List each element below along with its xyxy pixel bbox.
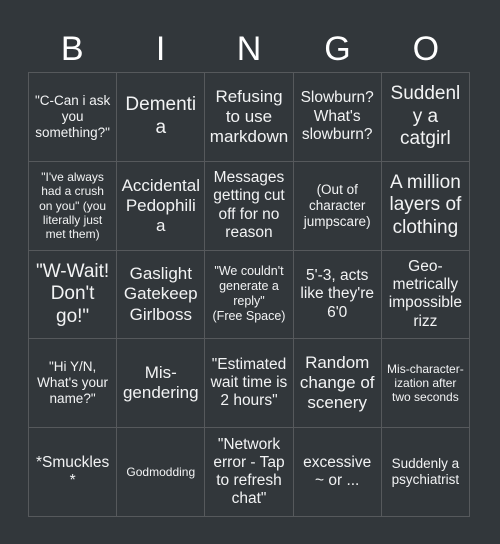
bingo-cell[interactable]: A million layers of clothing bbox=[381, 161, 470, 251]
bingo-cell-text: Gaslight Gatekeep Girlboss bbox=[123, 264, 198, 324]
bingo-cell-text: Godmodding bbox=[126, 465, 196, 480]
bingo-header-letter-n: N bbox=[236, 30, 262, 68]
bingo-cell-text: Refusing to use markdown bbox=[209, 86, 289, 146]
bingo-header-letter-o: O bbox=[412, 30, 440, 68]
bingo-cell[interactable]: Suddenly a catgirl bbox=[381, 73, 470, 162]
bingo-cell[interactable]: "W-Wait! Don't go!" bbox=[29, 250, 118, 340]
bingo-card: B I N G O "C-Can i ask you something?" D… bbox=[0, 0, 500, 544]
bingo-cell-text: Dementia bbox=[125, 94, 197, 138]
bingo-cell-text: "C-Can i ask you something?" bbox=[34, 93, 111, 140]
bingo-header-letter-b: B bbox=[60, 30, 84, 68]
bingo-cell-text: Mis-gendering bbox=[122, 363, 199, 403]
bingo-cell[interactable]: Suddenly a psychiatrist bbox=[381, 428, 470, 517]
bingo-cell[interactable]: 5'-3, acts like they're 6'0 bbox=[293, 250, 382, 340]
bingo-cell-text: "Estimated wait time is 2 hours" bbox=[210, 355, 288, 410]
bingo-cell-text: Suddenly a catgirl bbox=[390, 83, 461, 150]
bingo-cell[interactable]: Dementia bbox=[117, 73, 206, 162]
bingo-cell-free-space[interactable]: "We couldn't generate a reply" (Free Spa… bbox=[205, 250, 294, 340]
bingo-cell[interactable]: "Network error - Tap to refresh chat" bbox=[205, 428, 294, 517]
bingo-cell-text: A million layers of clothing bbox=[389, 172, 462, 238]
bingo-cell-text: Slowburn? What's slowburn? bbox=[300, 89, 374, 144]
bingo-grid: "C-Can i ask you something?" Dementia Re… bbox=[28, 72, 470, 517]
bingo-cell-text: Mis-character-ization after two seconds bbox=[387, 362, 464, 405]
bingo-cell-text: "W-Wait! Don't go!" bbox=[35, 260, 110, 327]
bingo-cell[interactable]: Gaslight Gatekeep Girlboss bbox=[117, 250, 206, 340]
bingo-cell-text: Accidental Pedophilia bbox=[121, 175, 200, 235]
bingo-cell-text: Geo-metrically impossible rizz bbox=[388, 257, 462, 330]
bingo-cell-text: Suddenly a psychiatrist bbox=[391, 456, 460, 488]
bingo-cell-text: 5'-3, acts like they're 6'0 bbox=[300, 267, 374, 321]
bingo-cell[interactable]: Refusing to use markdown bbox=[205, 73, 294, 162]
free-space-label: (Free Space) bbox=[212, 309, 286, 324]
bingo-cell[interactable]: Mis-gendering bbox=[117, 339, 206, 429]
bingo-cell-text: (Out of character jumpscare) bbox=[303, 181, 371, 229]
bingo-cell[interactable]: Mis-character-ization after two seconds bbox=[381, 339, 470, 429]
bingo-cell[interactable]: Random change of scenery bbox=[293, 339, 382, 429]
bingo-cell-text: "I've always had a crush on you" (you li… bbox=[39, 170, 107, 241]
bingo-cell[interactable]: "Estimated wait time is 2 hours" bbox=[205, 339, 294, 429]
bingo-cell-text: Messages getting cut off for no reason bbox=[213, 169, 285, 241]
bingo-cell[interactable]: Geo-metrically impossible rizz bbox=[381, 250, 470, 340]
bingo-header: B I N G O bbox=[28, 26, 470, 72]
bingo-header-letter-i: I bbox=[155, 30, 166, 68]
bingo-cell-text: "We couldn't generate a reply" bbox=[214, 264, 284, 309]
bingo-cell[interactable]: (Out of character jumpscare) bbox=[293, 161, 382, 251]
bingo-cell[interactable]: "I've always had a crush on you" (you li… bbox=[29, 161, 118, 251]
bingo-cell[interactable]: excessive ~ or ... bbox=[293, 428, 382, 517]
bingo-cell[interactable]: Slowburn? What's slowburn? bbox=[293, 73, 382, 162]
bingo-cell[interactable]: "Hi Y/N, What's your name?" bbox=[29, 339, 118, 429]
bingo-cell[interactable]: "C-Can i ask you something?" bbox=[29, 73, 118, 162]
bingo-cell-text: "Network error - Tap to refresh chat" bbox=[213, 435, 285, 508]
bingo-cell[interactable]: *Smuckles* bbox=[29, 428, 118, 517]
bingo-cell-text: "Hi Y/N, What's your name?" bbox=[37, 359, 109, 407]
bingo-header-letter-g: G bbox=[324, 30, 351, 68]
bingo-cell-text: excessive ~ or ... bbox=[303, 453, 372, 490]
bingo-cell-text: Random change of scenery bbox=[299, 353, 375, 413]
bingo-cell-text: *Smuckles* bbox=[35, 453, 110, 490]
bingo-cell[interactable]: Accidental Pedophilia bbox=[117, 161, 206, 251]
bingo-cell[interactable]: Godmodding bbox=[117, 428, 206, 517]
bingo-cell[interactable]: Messages getting cut off for no reason bbox=[205, 161, 294, 251]
